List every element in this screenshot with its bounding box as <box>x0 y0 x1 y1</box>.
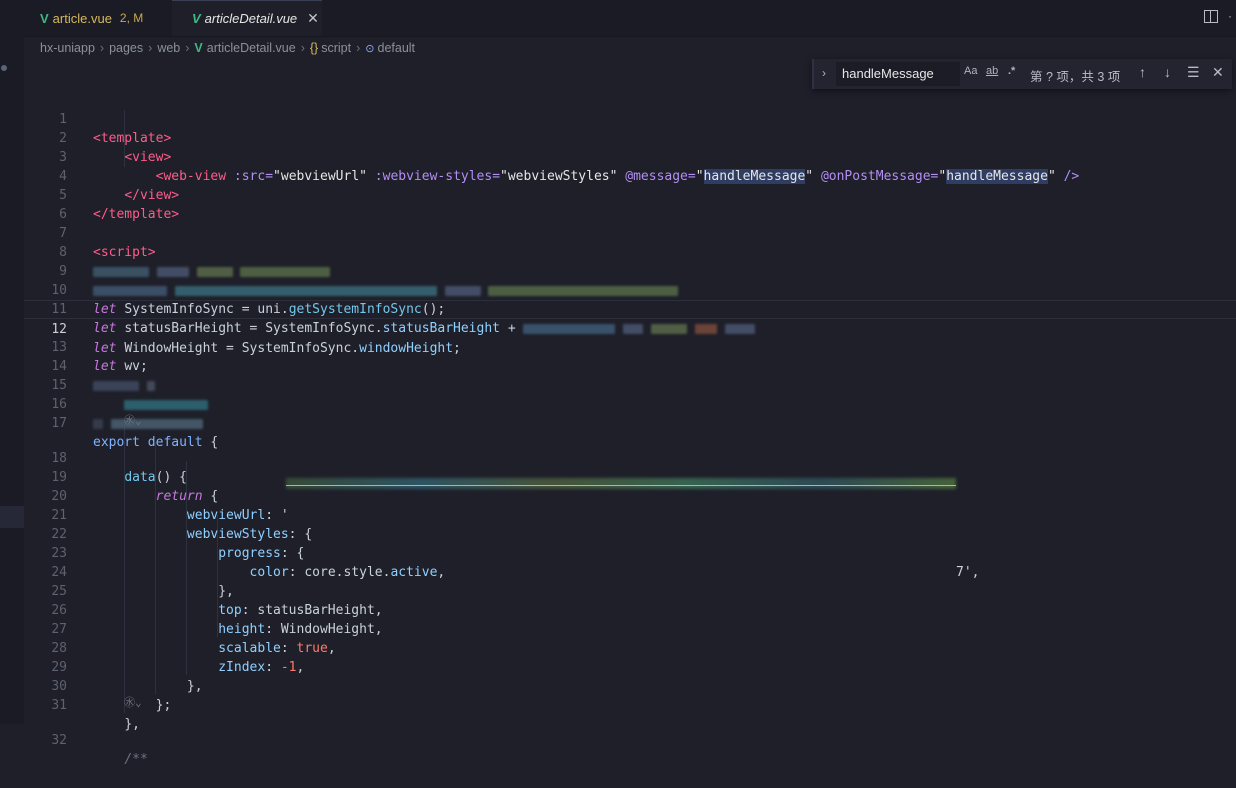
code-line: 14 <box>24 338 1236 391</box>
codelens-icon[interactable]: ㊌⌄ <box>124 695 142 711</box>
code-line: 21 webviewStyles: { <box>24 487 1236 542</box>
tab-articledetail-vue[interactable]: V articleDetail.vue ✕ <box>172 0 322 36</box>
code-line: 26 height: WindowHeight, <box>24 582 1236 637</box>
code-line: 9 <box>24 243 1236 296</box>
activity-selection[interactable] <box>0 506 24 528</box>
find-widget: › handleMessage Aa ab .* 第 ? 项，共 3 项 ↑ ↓… <box>812 59 1232 89</box>
codelens-icon[interactable]: ㊌⌄ <box>124 413 142 429</box>
symbol-icon: ⊙ <box>365 42 375 55</box>
code-line: 30 }; <box>24 658 1236 713</box>
chevron-right-icon: › <box>185 41 190 55</box>
code-line: 7 <script> <box>24 205 1236 260</box>
chevron-right-icon: › <box>99 41 105 55</box>
vue-icon: V <box>40 10 49 26</box>
code-line: 25 top: statusBarHeight, <box>24 563 1236 618</box>
find-input[interactable]: handleMessage <box>836 62 960 86</box>
match-count: 第 ? 项，共 3 项 <box>1030 70 1121 84</box>
chevron-right-icon: › <box>300 41 305 55</box>
code-line: 29 }, <box>24 639 1236 694</box>
close-icon[interactable]: ✕ <box>1212 64 1224 81</box>
tab-label: articleDetail.vue <box>204 11 298 26</box>
code-line: 11 let statusBarHeight = SystemInfoSync.… <box>24 281 1236 336</box>
status-dot <box>1 65 7 71</box>
code-line: 19 return { <box>24 449 1236 504</box>
code-line: 1 <template> <box>24 91 1236 146</box>
code-line: 32 /** <box>24 712 1236 767</box>
code-line-current: 12 let WindowHeight = SystemInfoSync.win… <box>24 300 1236 356</box>
toggle-replace-icon[interactable]: › <box>822 66 826 80</box>
breadcrumb-item[interactable]: articleDetail.vue <box>207 41 296 55</box>
code-line: 13 let wv; <box>24 319 1236 374</box>
lint-underline <box>286 485 956 486</box>
code-line: 2 <view> <box>24 110 1236 165</box>
vue-icon: V <box>194 41 203 55</box>
breadcrumb-item[interactable]: default <box>378 41 416 55</box>
code-line: 27 scalable: true, <box>24 601 1236 656</box>
code-line: 4 </view> <box>24 148 1236 203</box>
redacted <box>93 418 103 429</box>
regex-button[interactable]: .* <box>1008 65 1015 77</box>
tab-label: article.vue <box>52 10 112 26</box>
code-line: 15 <box>24 357 1236 410</box>
line-number: 32 <box>51 733 67 748</box>
activity-bar <box>0 0 24 724</box>
code-editor[interactable]: 1 <template> 2 <view> 3 <web-view :src="… <box>24 91 1236 767</box>
split-editor-icon[interactable] <box>1204 10 1218 23</box>
code-line: 17 export default { <box>24 395 1236 450</box>
close-icon[interactable]: ✕ <box>307 10 319 27</box>
breadcrumb-item[interactable]: hx-uniapp <box>40 41 95 55</box>
code-line: 24 }, <box>24 544 1236 599</box>
vue-icon: V <box>192 11 201 26</box>
arrow-down-icon[interactable]: ↓ <box>1164 64 1171 80</box>
code-line: 5 </template> <box>24 167 1236 222</box>
breadcrumb-item[interactable]: web <box>157 41 180 55</box>
arrow-up-icon[interactable]: ↑ <box>1139 64 1146 80</box>
match-case-button[interactable]: Aa <box>964 65 977 77</box>
tab-bar: V article.vue 2, M V articleDetail.vue ✕… <box>24 0 1236 37</box>
code-line: 23 color: core.style.active, <box>24 525 1236 580</box>
code-line: 22 progress: { <box>24 506 1236 561</box>
more-icon[interactable]: · <box>1228 9 1232 23</box>
braces-icon: {} <box>309 41 319 55</box>
token: /** <box>124 752 148 767</box>
code-line: 10 let SystemInfoSync = uni.getSystemInf… <box>24 262 1236 317</box>
code-line: 18 data() { <box>24 430 1236 485</box>
token: }; <box>155 698 172 713</box>
whole-word-button[interactable]: ab <box>986 65 998 77</box>
code-line: 16 <box>24 376 1236 429</box>
tab-article-vue[interactable]: V article.vue 2, M <box>40 0 143 36</box>
code-line: 20 webviewUrl: ' 7', <box>24 468 1236 580</box>
code-line: 28 zIndex: -1, <box>24 620 1236 675</box>
chevron-right-icon: › <box>148 41 153 55</box>
code-line: 31 }, <box>24 677 1236 732</box>
breadcrumb-item[interactable]: pages <box>109 41 143 55</box>
breadcrumb-item[interactable]: script <box>321 41 351 55</box>
breadcrumb: hx-uniapp › pages › web › V articleDetai… <box>24 37 1236 59</box>
code-line: 8 <box>24 224 1236 277</box>
code-line: 6 <box>24 186 1236 222</box>
tab-status: 2, M <box>119 11 144 25</box>
find-in-selection-icon[interactable]: ☰ <box>1187 64 1200 81</box>
chevron-right-icon: › <box>356 41 361 55</box>
code-line: 3 <web-view :src="webviewUrl" :webview-s… <box>24 129 1236 184</box>
